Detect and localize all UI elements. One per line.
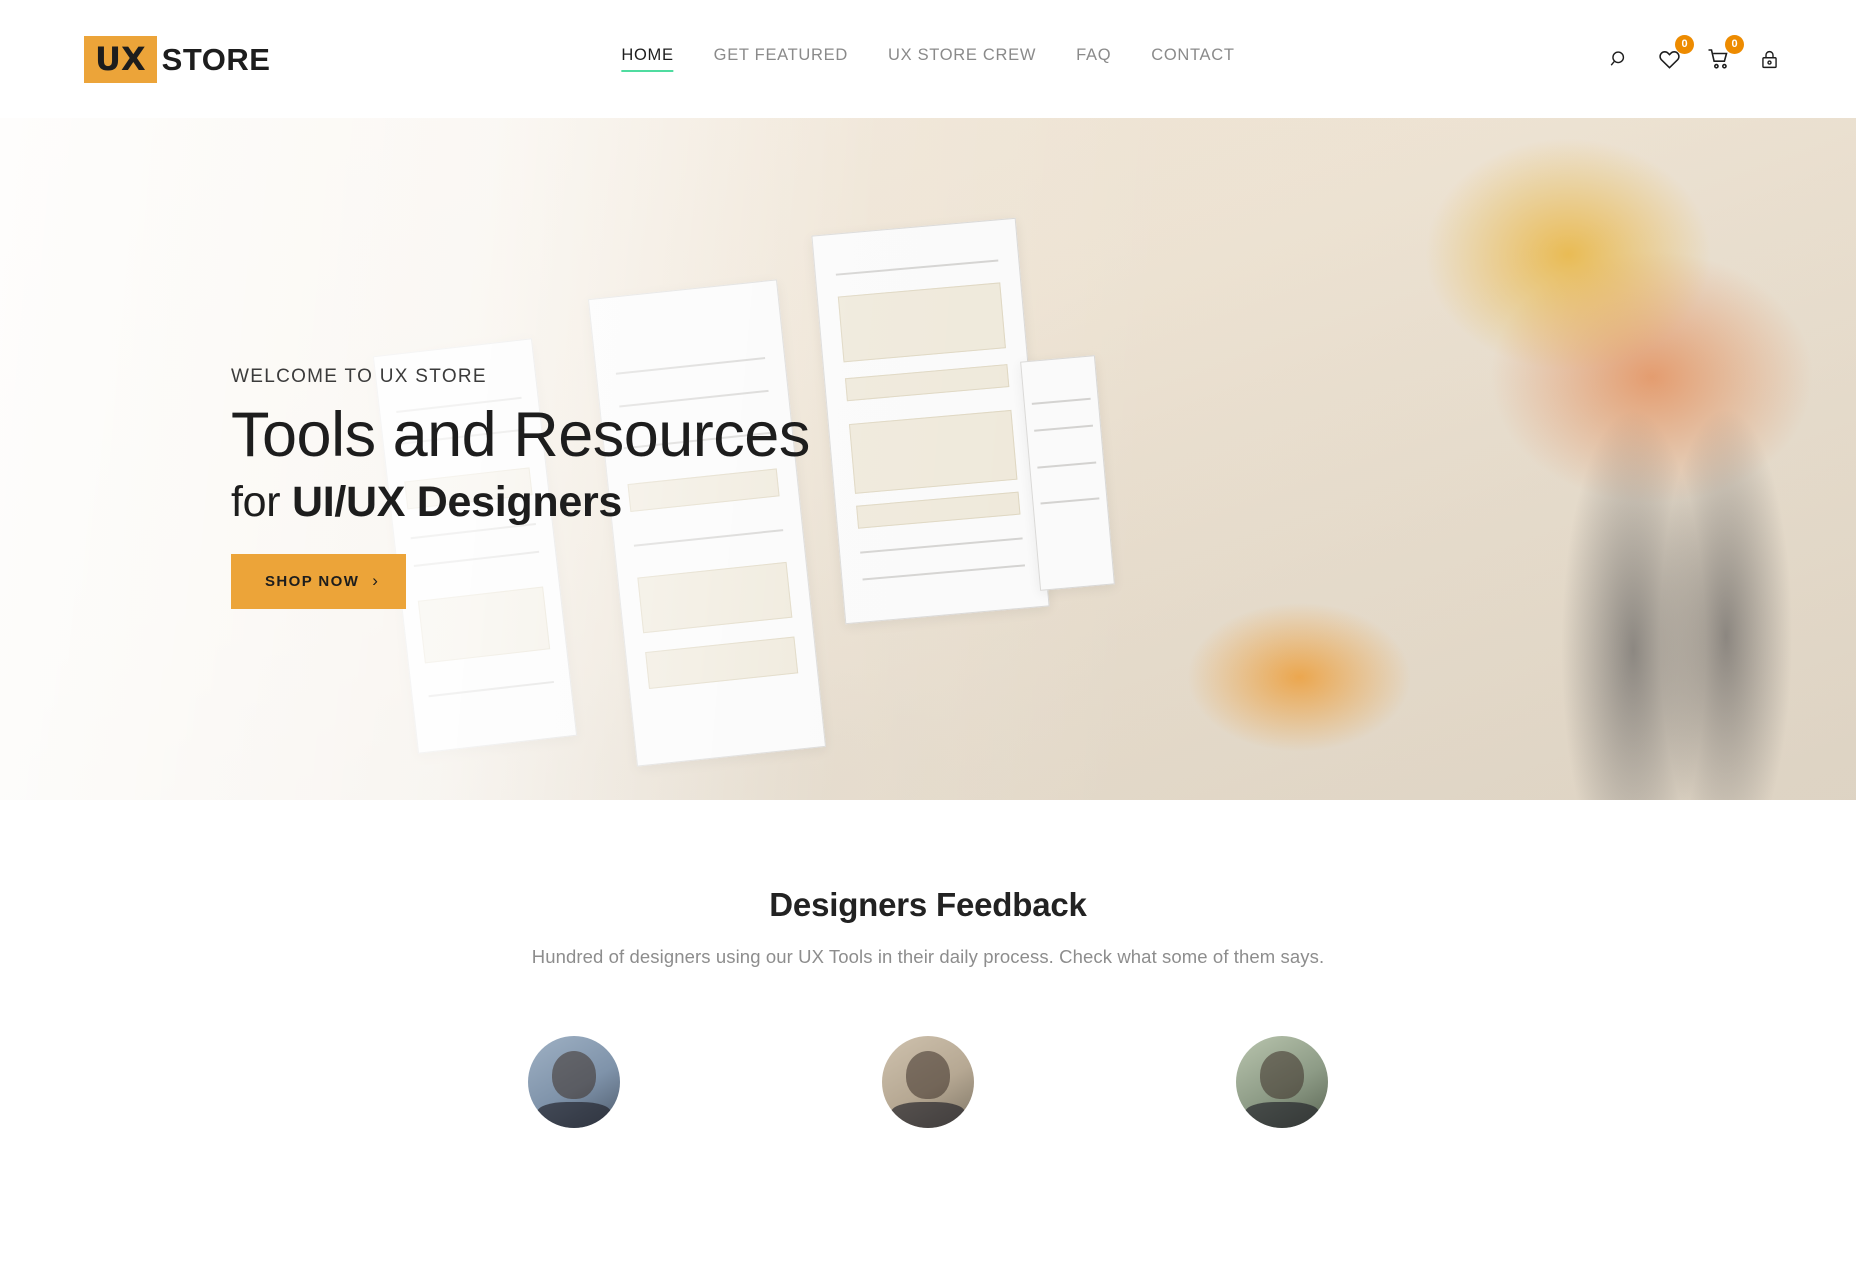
feedback-title: Designers Feedback [769,886,1087,923]
shop-now-button[interactable]: SHOP NOW › [231,554,407,610]
shop-now-label: SHOP NOW [265,573,360,591]
hero-title: Tools and Resources [231,400,810,470]
search-icon[interactable] [1604,44,1634,74]
main-navigation: HOME GET FEATURED UX STORE CREW FAQ CONT… [621,46,1234,72]
cart-count-badge: 0 [1725,35,1744,54]
hero-banner: WELCOME TO UX STORE Tools and Resources … [0,118,1856,800]
nav-item-faq[interactable]: FAQ [1076,46,1111,72]
designer-avatar-3[interactable] [1236,1036,1328,1128]
designer-avatar-1[interactable] [528,1036,620,1128]
designers-feedback-section: Designers Feedback Hundred of designers … [0,800,1856,1128]
lock-icon[interactable] [1754,44,1784,74]
chevron-right-icon: › [372,571,380,591]
wishlist-count-badge: 0 [1675,35,1694,54]
wishlist-heart-icon[interactable]: 0 [1654,35,1694,74]
nav-item-contact[interactable]: CONTACT [1151,46,1234,72]
feedback-subtitle: Hundred of designers using our UX Tools … [531,946,1325,967]
hero-subtitle: for UI/UX Designers [231,478,810,527]
cart-icon[interactable]: 0 [1704,35,1744,74]
logo-text-store: STORE [161,41,271,77]
header-icon-group: 0 0 [1604,35,1784,74]
nav-item-get-featured[interactable]: GET FEATURED [714,46,848,72]
designer-avatar-2[interactable] [882,1036,974,1128]
logo-badge-ux: UX [84,35,157,83]
site-header: UX STORE HOME GET FEATURED UX STORE CREW… [0,0,1856,118]
hero-subtitle-prefix: for [231,478,292,527]
nav-item-home[interactable]: HOME [621,46,674,72]
feedback-avatar-row [0,1036,1856,1128]
hero-subtitle-strong: UI/UX Designers [291,478,622,527]
nav-item-ux-store-crew[interactable]: UX STORE CREW [888,46,1036,72]
site-logo[interactable]: UX STORE [84,35,271,83]
hero-content: WELCOME TO UX STORE Tools and Resources … [231,366,810,610]
hero-eyebrow: WELCOME TO UX STORE [231,366,487,387]
